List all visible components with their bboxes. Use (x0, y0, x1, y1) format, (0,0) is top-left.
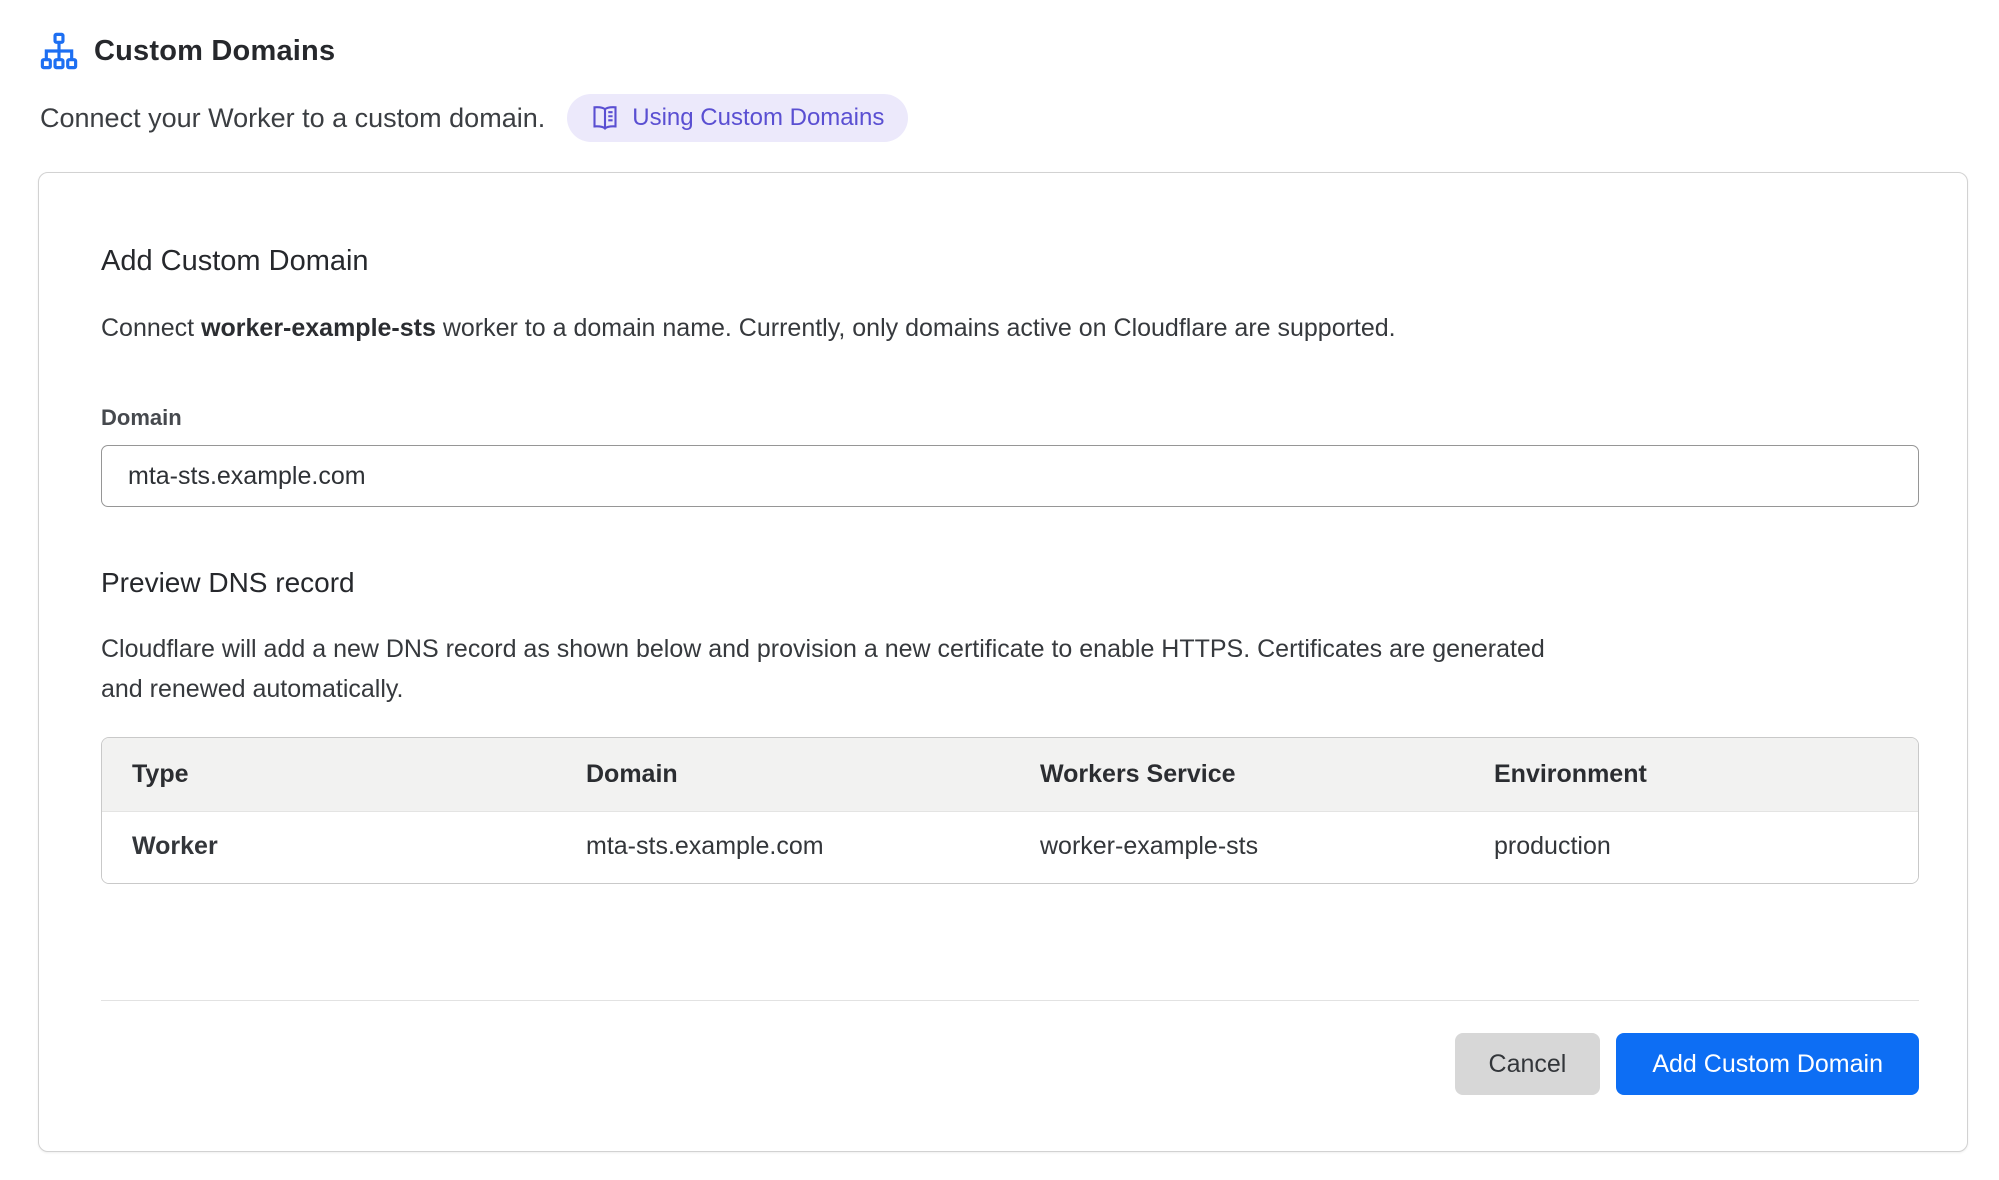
card-heading: Add Custom Domain (101, 245, 1919, 278)
using-custom-domains-label: Using Custom Domains (632, 104, 884, 132)
card-intro: Connect worker-example-sts worker to a d… (101, 314, 1919, 343)
using-custom-domains-link[interactable]: Using Custom Domains (567, 94, 908, 142)
column-header-workers-service: Workers Service (1010, 738, 1464, 811)
worker-name: worker-example-sts (201, 314, 436, 342)
page-title: Custom Domains (94, 35, 335, 68)
column-header-domain: Domain (556, 738, 1010, 811)
cell-type: Worker (102, 812, 556, 883)
open-book-icon (591, 104, 619, 132)
page-subtitle: Connect your Worker to a custom domain. (40, 103, 545, 134)
cell-environment: production (1464, 812, 1918, 883)
subtitle-row: Connect your Worker to a custom domain. … (40, 94, 1999, 142)
cell-domain: mta-sts.example.com (556, 812, 1010, 883)
preview-dns-description: Cloudflare will add a new DNS record as … (101, 629, 1581, 709)
column-header-environment: Environment (1464, 738, 1918, 811)
sitemap-icon (40, 32, 78, 70)
table-row: Worker mta-sts.example.com worker-exampl… (102, 811, 1918, 883)
card-actions: Cancel Add Custom Domain (101, 1033, 1919, 1095)
domain-field-label: Domain (101, 405, 1919, 431)
domain-input[interactable] (101, 445, 1919, 507)
add-custom-domain-card: Add Custom Domain Connect worker-example… (38, 172, 1968, 1152)
intro-suffix: worker to a domain name. Currently, only… (436, 314, 1396, 342)
intro-prefix: Connect (101, 314, 201, 342)
footer-divider (101, 1000, 1919, 1001)
add-custom-domain-button[interactable]: Add Custom Domain (1616, 1033, 1919, 1095)
cell-workers-service: worker-example-sts (1010, 812, 1464, 883)
dns-preview-table: Type Domain Workers Service Environment … (101, 737, 1919, 884)
column-header-type: Type (102, 738, 556, 811)
preview-dns-heading: Preview DNS record (101, 567, 1919, 599)
table-header-row: Type Domain Workers Service Environment (102, 738, 1918, 811)
page-header: Custom Domains (40, 32, 1999, 70)
cancel-button[interactable]: Cancel (1455, 1033, 1601, 1095)
